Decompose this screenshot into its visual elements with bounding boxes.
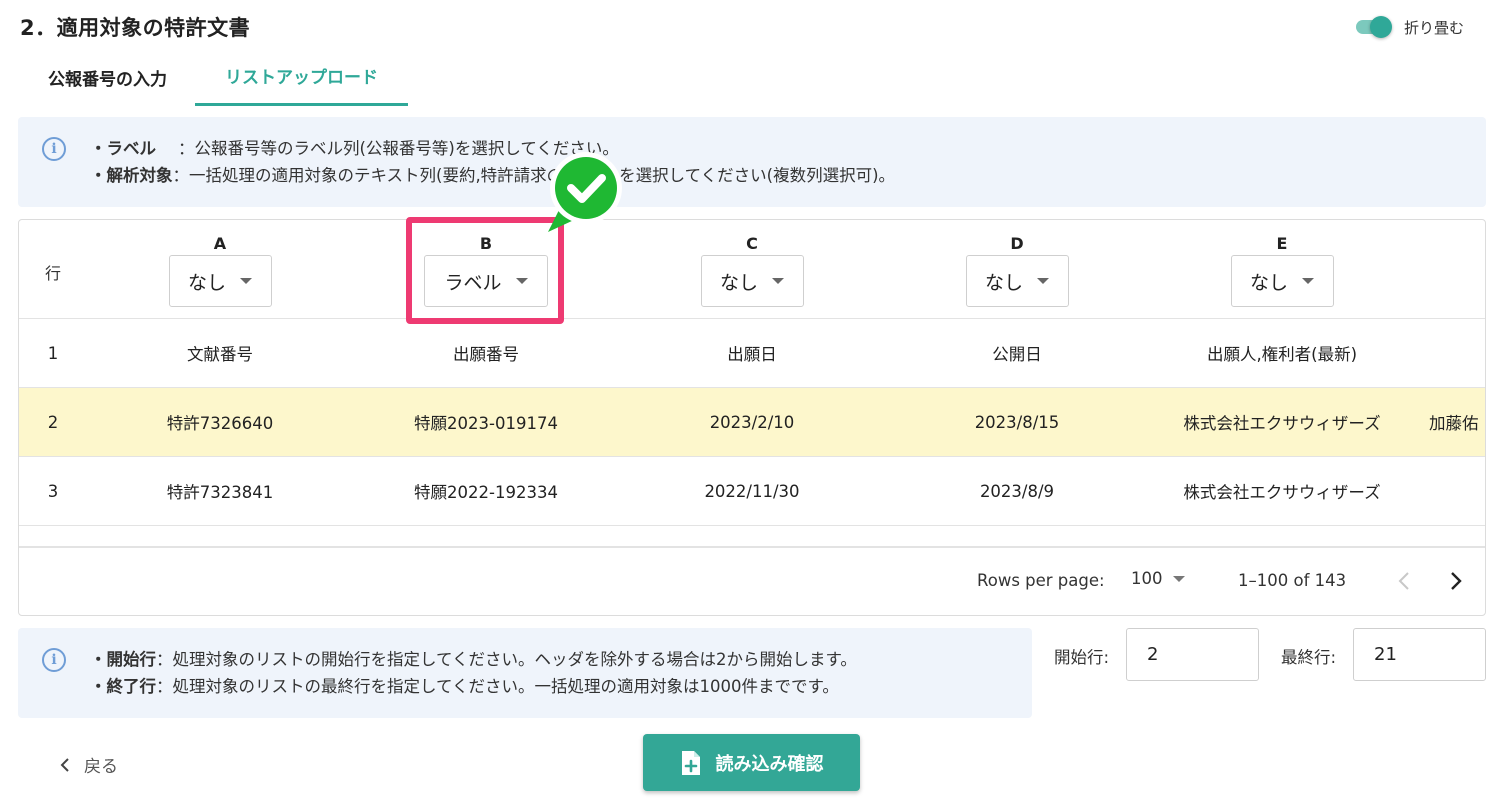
dropdown-caret-icon — [1302, 278, 1314, 284]
tab-list-upload[interactable]: リストアップロード — [195, 48, 408, 106]
row-number: 3 — [47, 481, 59, 501]
collapse-toggle[interactable]: 折り畳む — [1354, 14, 1464, 40]
start-row-term: ・開始行 — [90, 650, 156, 669]
end-row-description: ：処理対象のリストの最終行を指定してください。一括処理の適用対象は1000件まで… — [156, 677, 839, 696]
rows-per-page-label: Rows per page: — [977, 571, 1105, 590]
table-cell: 2022/11/30 — [704, 481, 800, 501]
table-header-row: 行 A なし B ラベル C なし D なし E なし — [19, 220, 1485, 319]
end-row-label: 最終行: — [1281, 648, 1337, 667]
load-confirm-label: 読み込み確認 — [715, 753, 824, 775]
collapse-label: 折り畳む — [1403, 18, 1464, 37]
row-number: 1 — [47, 343, 59, 363]
start-row-label: 開始行: — [1054, 648, 1110, 667]
dropdown-caret-icon — [1172, 575, 1185, 582]
table-cell: 2023/8/15 — [974, 412, 1060, 432]
label-term: ・ラベル — [90, 139, 156, 158]
back-button[interactable]: 戻る — [60, 752, 118, 777]
dropdown-caret-icon — [1037, 278, 1049, 284]
table-row: 1 文献番号 出願番号 出願日 公開日 出願人,権利者(最新) — [19, 319, 1485, 388]
table-cell: 出願番号 — [453, 345, 519, 364]
end-row-input[interactable]: 21 — [1353, 628, 1486, 681]
column-e-select[interactable]: なし — [1230, 255, 1334, 307]
table-cell: 2023/8/9 — [979, 481, 1055, 501]
start-row-description: ：処理対象のリストの開始行を指定してください。ヘッダを除外する場合は2から開始し… — [156, 650, 857, 669]
target-term: ・解析対象 — [90, 166, 173, 185]
tab-publication-number[interactable]: 公報番号の入力 — [20, 48, 195, 106]
info-icon: i — [42, 137, 66, 161]
table-cell: 2023/2/10 — [709, 412, 795, 432]
column-letter-a: A — [213, 234, 227, 253]
start-row-input[interactable]: 2 — [1126, 628, 1259, 681]
table-row-spacer — [19, 526, 1485, 547]
column-letter-d: D — [1010, 234, 1024, 253]
preview-table: 行 A なし B ラベル C なし D なし E なし 1 文献番号 出願番号 … — [18, 219, 1486, 616]
table-cell: 株式会社エクサウィザーズ — [1183, 483, 1381, 502]
column-c-select-value: なし — [719, 271, 758, 294]
column-c-select[interactable]: なし — [700, 255, 804, 307]
table-cell: 出願日 — [727, 345, 777, 364]
table-row: 3 特許7323841 特願2022-192334 2022/11/30 202… — [19, 457, 1485, 526]
rows-per-page-value: 100 — [1131, 569, 1163, 588]
section-title: 2．適用対象の特許文書 — [20, 16, 251, 40]
column-letter-e: E — [1276, 234, 1288, 253]
column-e-select-value: なし — [1249, 271, 1288, 294]
end-row-term: ・終了行 — [90, 677, 156, 696]
toggle-switch[interactable] — [1354, 14, 1394, 40]
column-a-select-value: なし — [187, 271, 226, 294]
table-cell: 特許7323841 — [166, 483, 274, 502]
dropdown-caret-icon — [240, 278, 252, 284]
table-cell: 特許7326640 — [166, 414, 274, 433]
previous-page-icon[interactable] — [1389, 566, 1419, 596]
table-cell: 株式会社エクサウィザーズ — [1183, 414, 1381, 433]
page-range: 1–100 of 143 — [1238, 571, 1347, 590]
rows-per-page-select[interactable]: 100 — [1131, 569, 1185, 588]
dropdown-caret-icon — [772, 278, 784, 284]
table-cell: 公開日 — [992, 345, 1042, 364]
column-a-select[interactable]: なし — [168, 255, 272, 307]
table-cell: 特願2022-192334 — [414, 483, 558, 502]
table-cell: 特願2023-019174 — [414, 414, 558, 433]
table-cell: 出願人,権利者(最新) — [1206, 345, 1358, 364]
next-page-icon[interactable] — [1441, 566, 1471, 596]
table-cell — [1415, 457, 1485, 525]
table-row-highlighted: 2 特許7326640 特願2023-019174 2023/2/10 2023… — [19, 388, 1485, 457]
row-number: 2 — [47, 412, 59, 432]
range-info-box: i ・開始行：処理対象のリストの開始行を指定してください。ヘッダを除外する場合は… — [18, 628, 1032, 718]
column-d-select[interactable]: なし — [965, 255, 1069, 307]
table-pagination: Rows per page: 100 1–100 of 143 — [19, 547, 1485, 615]
info-icon: i — [42, 648, 66, 672]
back-label: 戻る — [84, 757, 118, 777]
table-cell: 文献番号 — [187, 345, 253, 364]
column-d-select-value: なし — [984, 271, 1023, 294]
column-letter-c: C — [746, 234, 758, 253]
tab-bar: 公報番号の入力 リストアップロード — [20, 48, 408, 106]
table-cell: 加藤佑 — [1429, 414, 1479, 433]
check-badge-icon — [548, 152, 622, 232]
table-cell — [1415, 319, 1485, 387]
load-confirm-button[interactable]: 読み込み確認 — [643, 734, 860, 791]
file-add-icon — [681, 750, 700, 775]
column-info-box: i ・ラベル ：公報番号等のラベル列(公報番号等)を選択してください。 ・解析対象… — [18, 117, 1486, 207]
target-description: ：一括処理の適用対象のテキスト列(要約,特許請求の範囲等)を選択してください(複… — [172, 166, 896, 185]
chevron-left-icon — [60, 757, 69, 772]
row-number-header: 行 — [44, 264, 61, 283]
